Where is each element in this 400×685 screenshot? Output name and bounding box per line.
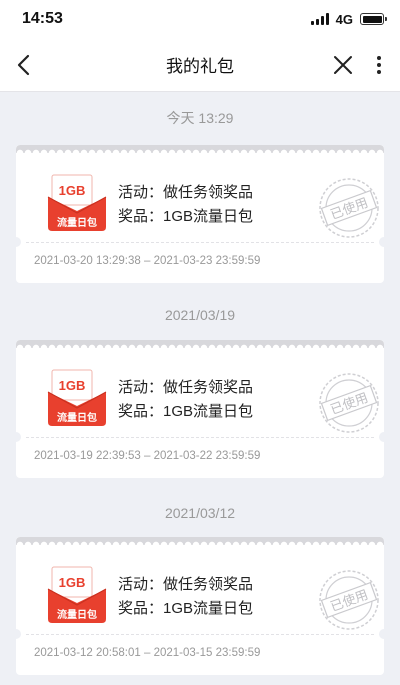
battery-icon (360, 13, 387, 25)
signal-icon (310, 13, 329, 25)
activity-value: 做任务领奖品 (163, 576, 254, 593)
date-header: 2021/03/19 (164, 307, 236, 323)
used-stamp: 已使用 (319, 570, 379, 630)
status-indicators: 4G (310, 11, 387, 27)
activity-value: 做任务领奖品 (163, 379, 254, 396)
status-time: 14:53 (22, 10, 63, 27)
divider (26, 437, 374, 438)
date-header: 2021/03/12 (164, 505, 236, 521)
nav-bar: 我的礼包 (0, 38, 400, 92)
close-icon[interactable] (330, 52, 356, 78)
prize-line: 奖品：1GB流量日包 (118, 600, 254, 617)
prize-line: 奖品：1GB流量日包 (118, 208, 254, 225)
validity-period: 2021-03-19 22:39:53 – 2021-03-22 23:59:5… (34, 450, 261, 462)
divider (26, 634, 374, 635)
svg-text:1GB: 1GB (59, 575, 86, 590)
activity-line: 活动：做任务领奖品 (118, 184, 254, 201)
prize-line: 奖品：1GB流量日包 (118, 403, 254, 420)
used-stamp: 已使用 (319, 373, 379, 433)
prize-value: 1GB流量日包 (163, 600, 254, 617)
more-icon[interactable] (370, 52, 388, 78)
divider (26, 242, 374, 243)
gift-card[interactable]: 1GB 流量日包 活动：做任务领奖品 奖品：1GB流量日包 已使用 2021-0… (11, 145, 389, 283)
activity-line: 活动：做任务领奖品 (118, 379, 254, 396)
svg-text:1GB: 1GB (59, 183, 86, 198)
prize-value: 1GB流量日包 (163, 208, 254, 225)
network-type: 4G (335, 11, 353, 27)
prize-value: 1GB流量日包 (163, 403, 254, 420)
data-pack-icon: 1GB 流量日包 (47, 369, 107, 426)
activity-line: 活动：做任务领奖品 (118, 576, 254, 593)
data-pack-icon: 1GB 流量日包 (47, 566, 107, 623)
gift-card[interactable]: 1GB 流量日包 活动：做任务领奖品 奖品：1GB流量日包 已使用 2021-0… (11, 537, 389, 675)
date-header: 今天 13:29 (166, 110, 234, 126)
activity-value: 做任务领奖品 (163, 184, 254, 201)
svg-text:流量日包: 流量日包 (57, 411, 97, 424)
status-bar: 14:53 4G (0, 0, 400, 38)
validity-period: 2021-03-12 20:58:01 – 2021-03-15 23:59:5… (34, 647, 261, 659)
svg-text:1GB: 1GB (59, 378, 86, 393)
svg-text:流量日包: 流量日包 (57, 216, 97, 229)
gift-card[interactable]: 1GB 流量日包 活动：做任务领奖品 奖品：1GB流量日包 已使用 2021-0… (11, 340, 389, 478)
used-stamp: 已使用 (319, 178, 379, 238)
svg-text:流量日包: 流量日包 (57, 608, 97, 621)
validity-period: 2021-03-20 13:29:38 – 2021-03-23 23:59:5… (34, 255, 261, 267)
data-pack-icon: 1GB 流量日包 (47, 174, 107, 231)
